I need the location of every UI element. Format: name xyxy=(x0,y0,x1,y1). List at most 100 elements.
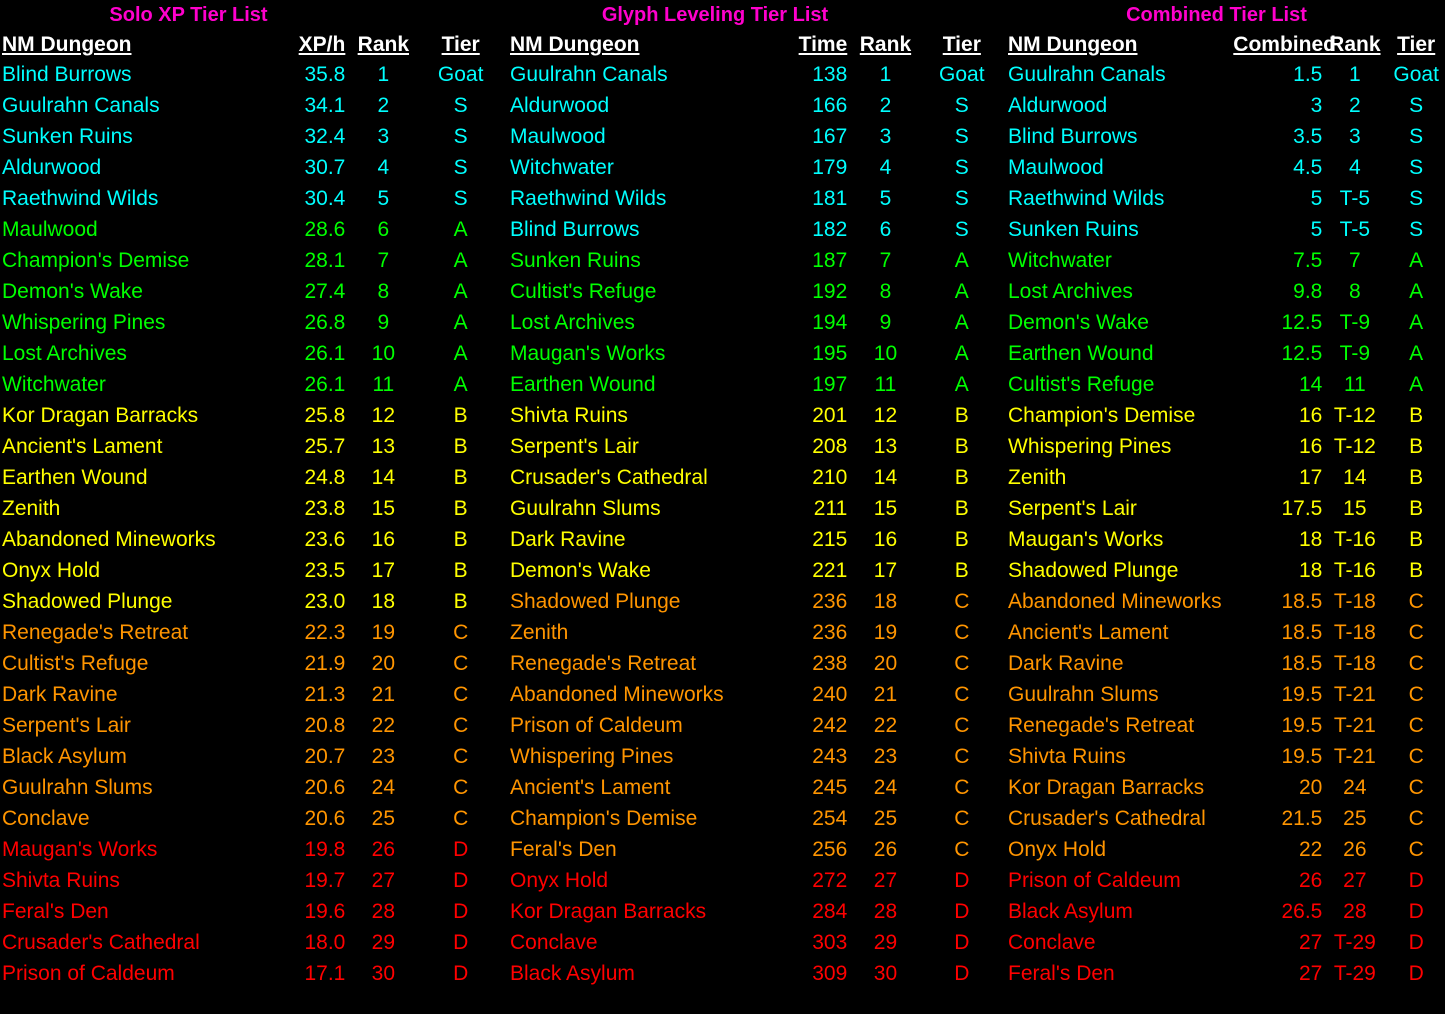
cell-metric: 20.7 xyxy=(304,745,346,768)
cell-metric: 27.4 xyxy=(304,280,346,303)
table-row: Dark Ravine 18.5 T-18 C xyxy=(1008,648,1445,679)
table-row: Ancient's Lament 245 24 C xyxy=(510,772,1000,803)
cell-dungeon-name: Sunken Ruins xyxy=(1008,218,1139,241)
cell-dungeon-name: Shivta Ruins xyxy=(2,869,120,892)
cell-rank: 27 xyxy=(1343,869,1367,892)
column-header-dungeon: NM Dungeon xyxy=(1008,33,1138,56)
cell-dungeon-name: Maugan's Works xyxy=(1008,528,1164,551)
cell-tier: A xyxy=(1409,373,1424,396)
cell-dungeon-name: Zenith xyxy=(510,621,569,644)
cell-tier: C xyxy=(1408,590,1424,613)
cell-rank: 28 xyxy=(1343,900,1367,923)
table-row: Maugan's Works 18 T-16 B xyxy=(1008,524,1445,555)
table-row: Blind Burrows 35.8 1 Goat xyxy=(2,59,500,90)
cell-metric: 242 xyxy=(812,714,848,737)
cell-rank: 18 xyxy=(873,590,898,613)
cell-dungeon-name: Raethwind Wilds xyxy=(510,187,667,210)
cell-dungeon-name: Serpent's Lair xyxy=(510,435,639,458)
tier-list-board: Solo XP Tier List NM Dungeon XP/h Rank T… xyxy=(0,0,1445,1014)
cell-rank: 26 xyxy=(371,838,396,861)
cell-tier: Goat xyxy=(1393,63,1439,86)
cell-metric: 32.4 xyxy=(304,125,346,148)
cell-dungeon-name: Earthen Wound xyxy=(510,373,656,396)
cell-dungeon-name: Kor Dragan Barracks xyxy=(2,404,199,427)
cell-metric: 309 xyxy=(812,962,848,985)
cell-dungeon-name: Black Asylum xyxy=(1008,900,1133,923)
cell-tier: D xyxy=(954,931,970,954)
cell-metric: 166 xyxy=(812,94,848,117)
cell-dungeon-name: Abandoned Mineworks xyxy=(2,528,216,551)
cell-dungeon-name: Maulwood xyxy=(2,218,98,241)
cell-dungeon-name: Witchwater xyxy=(1008,249,1112,272)
cell-tier: C xyxy=(453,714,469,737)
cell-tier: C xyxy=(1408,807,1424,830)
cell-metric: 19.8 xyxy=(304,838,346,861)
cell-rank: 29 xyxy=(371,931,396,954)
cell-tier: C xyxy=(1408,745,1424,768)
cell-metric: 236 xyxy=(812,590,848,613)
cell-metric: 284 xyxy=(812,900,848,923)
cell-tier: B xyxy=(453,404,468,427)
cell-metric: 243 xyxy=(812,745,848,768)
panel-glyph-leveling: Glyph Leveling Tier List NM Dungeon Time… xyxy=(500,0,1000,1014)
cell-tier: B xyxy=(453,528,468,551)
cell-dungeon-name: Black Asylum xyxy=(510,962,635,985)
cell-dungeon-name: Renegade's Retreat xyxy=(510,652,697,675)
table-header: NM Dungeon Time Rank Tier xyxy=(510,30,1000,59)
cell-metric: 17.5 xyxy=(1281,497,1323,520)
cell-dungeon-name: Maugan's Works xyxy=(2,838,158,861)
cell-tier: C xyxy=(453,652,469,675)
cell-metric: 210 xyxy=(812,466,848,489)
table-row: Aldurwood 3 2 S xyxy=(1008,90,1445,121)
cell-dungeon-name: Raethwind Wilds xyxy=(1008,187,1165,210)
cell-tier: S xyxy=(453,94,468,117)
cell-rank: 3 xyxy=(377,125,390,148)
table-row: Maulwood 167 3 S xyxy=(510,121,1000,152)
table-body: Guulrahn Canals 138 1 Goat Aldurwood 166 2 S Mau… xyxy=(510,59,1000,989)
cell-metric: 167 xyxy=(812,125,848,148)
cell-rank: 19 xyxy=(873,621,898,644)
cell-dungeon-name: Crusader's Cathedral xyxy=(2,931,200,954)
cell-rank: T-18 xyxy=(1333,621,1376,644)
table-row: Conclave 27 T-29 D xyxy=(1008,927,1445,958)
table-row: Shadowed Plunge 23.0 18 B xyxy=(2,586,500,617)
panel-combined: Combined Tier List NM Dungeon Combined R… xyxy=(1000,0,1445,1014)
cell-metric: 17.1 xyxy=(304,962,346,985)
cell-rank: T-9 xyxy=(1339,342,1371,365)
cell-tier: C xyxy=(1408,776,1424,799)
cell-dungeon-name: Demon's Wake xyxy=(1008,311,1149,334)
table-row: Cultist's Refuge 14 11 A xyxy=(1008,369,1445,400)
cell-metric: 23.5 xyxy=(304,559,346,582)
cell-dungeon-name: Ancient's Lament xyxy=(510,776,671,799)
table-row: Shadowed Plunge 236 18 C xyxy=(510,586,1000,617)
cell-metric: 20 xyxy=(1299,776,1323,799)
cell-tier: S xyxy=(1409,94,1424,117)
cell-metric: 18.5 xyxy=(1281,652,1323,675)
table-row: Zenith 23.8 15 B xyxy=(2,493,500,524)
cell-tier: B xyxy=(1409,435,1424,458)
table-row: Cultist's Refuge 192 8 A xyxy=(510,276,1000,307)
cell-tier: C xyxy=(954,776,970,799)
cell-metric: 18.0 xyxy=(304,931,346,954)
cell-metric: 16 xyxy=(1299,435,1323,458)
table-row: Feral's Den 27 T-29 D xyxy=(1008,958,1445,989)
table-row: Maugan's Works 195 10 A xyxy=(510,338,1000,369)
cell-rank: T-16 xyxy=(1333,528,1376,551)
cell-dungeon-name: Black Asylum xyxy=(2,745,127,768)
cell-dungeon-name: Lost Archives xyxy=(1008,280,1133,303)
table-row: Sunken Ruins 32.4 3 S xyxy=(2,121,500,152)
cell-metric: 9.8 xyxy=(1293,280,1323,303)
cell-rank: 23 xyxy=(873,745,898,768)
cell-rank: 7 xyxy=(1349,249,1361,272)
cell-dungeon-name: Guulrahn Slums xyxy=(510,497,661,520)
cell-dungeon-name: Cultist's Refuge xyxy=(2,652,149,675)
column-header-dungeon: NM Dungeon xyxy=(2,33,132,56)
cell-metric: 20.6 xyxy=(304,776,346,799)
cell-metric: 256 xyxy=(812,838,848,861)
cell-metric: 21.5 xyxy=(1281,807,1323,830)
cell-tier: D xyxy=(954,900,970,923)
cell-rank: 14 xyxy=(873,466,898,489)
cell-tier: S xyxy=(453,156,468,179)
cell-tier: D xyxy=(453,900,469,923)
cell-metric: 254 xyxy=(812,807,848,830)
